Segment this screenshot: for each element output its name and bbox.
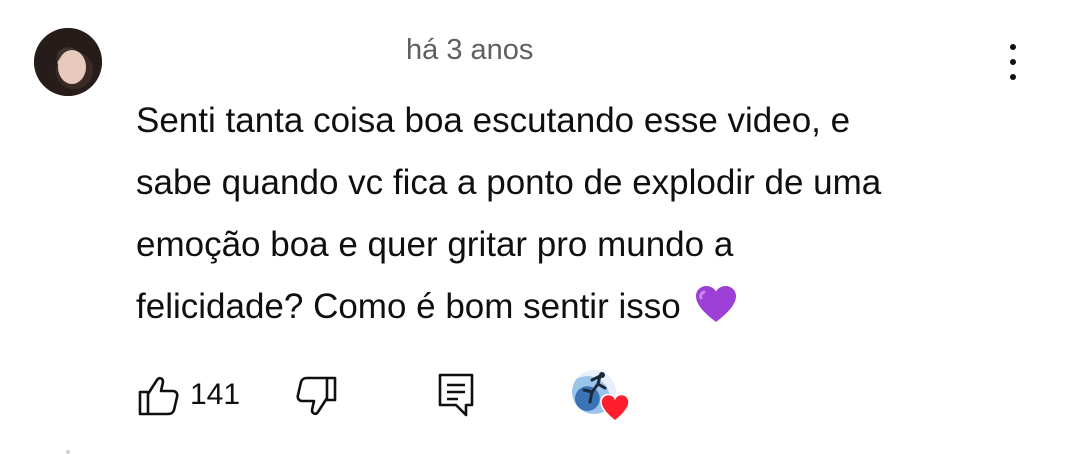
user-avatar[interactable] [34,28,102,96]
menu-dot [1010,74,1016,80]
like-button[interactable] [136,374,180,418]
menu-dot [1010,59,1016,65]
divider-dot [66,450,70,454]
comment-line-last: felicidade? Como é bom sentir isso [136,276,1036,338]
dislike-button[interactable] [295,374,339,418]
comment-line: sabe quando vc fica a ponto de explodir … [136,163,882,202]
avatar-face [58,50,86,84]
comment-text: Senti tanta coisa boa escutando esse vid… [136,90,1036,338]
comment-icon [438,373,474,417]
comment-actions: 141 [0,366,1080,426]
thumbs-up-icon [138,376,179,416]
reply-button[interactable] [436,372,476,418]
more-options-button[interactable] [996,42,1030,82]
creator-heart-badge [570,370,632,424]
heart-icon [600,394,630,422]
purple-heart-icon [695,282,737,344]
comment-line-text: felicidade? Como é bom sentir isso [136,287,681,326]
thumbs-down-icon [296,376,337,416]
comment-line: emoção boa e quer gritar pro mundo a [136,225,734,264]
comment-timestamp: há 3 anos [406,34,534,66]
menu-dot [1010,44,1016,50]
like-count: 141 [190,378,241,411]
comment-thread: há 3 anos Senti tanta coisa boa escutand… [0,0,1080,454]
comment-line: Senti tanta coisa boa escutando esse vid… [136,101,851,140]
